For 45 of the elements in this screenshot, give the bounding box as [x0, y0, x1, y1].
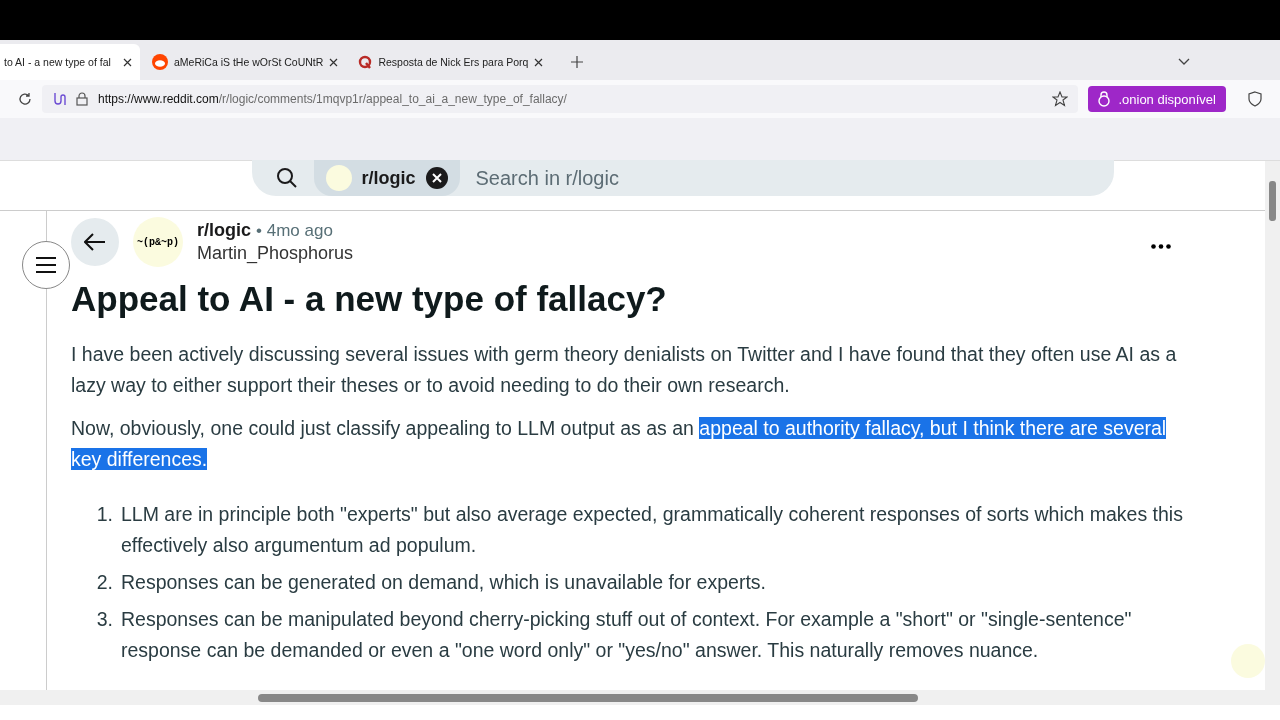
list-number: 1. — [95, 502, 113, 527]
close-icon[interactable] — [329, 57, 339, 67]
post-paragraph: Now, obviously, one could just classify appealing to LLM output as as an appeal to authority fallacy, but I think there are several key differences. — [71, 416, 1168, 472]
lock-icon — [76, 92, 88, 106]
q-logo-icon — [358, 55, 373, 69]
arrow-left-icon — [84, 233, 106, 251]
menu-button[interactable] — [22, 241, 70, 289]
list-item-text: Responses can be generated on demand, which is unavailable for experts. — [121, 570, 766, 595]
alien-icon — [152, 54, 168, 70]
post-paragraph: I have been actively discussing several issues with germ theory denialists on Twitter and I have found that they often use AI as a lazy way to either support their theses or to avoid needing to do their own research. — [71, 342, 1178, 398]
star-icon[interactable] — [1052, 91, 1069, 107]
close-icon[interactable] — [534, 57, 544, 67]
subreddit-link[interactable]: r/logic — [197, 220, 251, 241]
padlock-icon — [1098, 91, 1111, 107]
post-age: • 4mo ago — [256, 221, 333, 241]
community-chip[interactable]: r/logic — [313, 160, 460, 196]
browser-tab[interactable]: Resposta de Nick Ers para Porq — [346, 44, 552, 80]
avatar-icon — [325, 165, 352, 191]
search-icon — [275, 167, 298, 189]
list-number: 3. — [95, 607, 113, 632]
post-title: Appeal to AI - a new type of fallacy? — [71, 279, 668, 319]
shield-icon[interactable] — [1248, 91, 1262, 107]
reload-icon[interactable] — [18, 92, 32, 106]
list-item-text: LLM are in principle both "experts" but also average expected, grammatically coherent responses of sorts which makes this effectively also argumentum ad populum. — [121, 502, 1184, 558]
browser-tab[interactable]: to AI - a new type of fal — [0, 44, 140, 80]
list-item-text: Responses can be manipulated beyond cherry-picking stuff out of context. For example a "short" or "single-sentence" response can be demanded or even a "one word only" or "yes/no" answer. This naturally removes nuance. — [121, 607, 1133, 663]
close-icon[interactable] — [425, 167, 448, 189]
author-link[interactable]: Martin_Phosphorus — [197, 243, 1123, 264]
browser-tab[interactable]: aMeRiCa iS tHe wOrSt CoUNtR — [140, 44, 347, 80]
menu-icon — [36, 257, 56, 273]
search-field[interactable]: r/logic Search in r/logic — [251, 160, 1114, 196]
back-button[interactable] — [71, 218, 119, 266]
chevron-down-icon[interactable] — [1178, 58, 1190, 66]
scrollbar-thumb[interactable] — [1269, 181, 1276, 221]
community-avatar: ~(p&~p) — [133, 217, 183, 267]
scrollbar-thumb[interactable] — [258, 693, 918, 702]
more-options-icon — [1151, 244, 1171, 249]
plus-icon[interactable] — [571, 56, 584, 68]
search-placeholder: Search in r/logic — [475, 166, 619, 190]
onion-available-button[interactable]: .onion disponível — [1088, 86, 1226, 112]
url-text: https://www.reddit.com/r/logic/comments/1mqvp1r/appeal_to_ai_a_new_type_of_fallacy/ — [98, 92, 567, 106]
list-number: 2. — [95, 570, 113, 595]
route-icon — [52, 92, 66, 106]
address-bar[interactable]: https://www.reddit.com/r/logic/comments/1mqvp1r/appeal_to_ai_a_new_type_of_fallacy/ — [42, 85, 1079, 113]
close-icon[interactable] — [123, 57, 132, 67]
